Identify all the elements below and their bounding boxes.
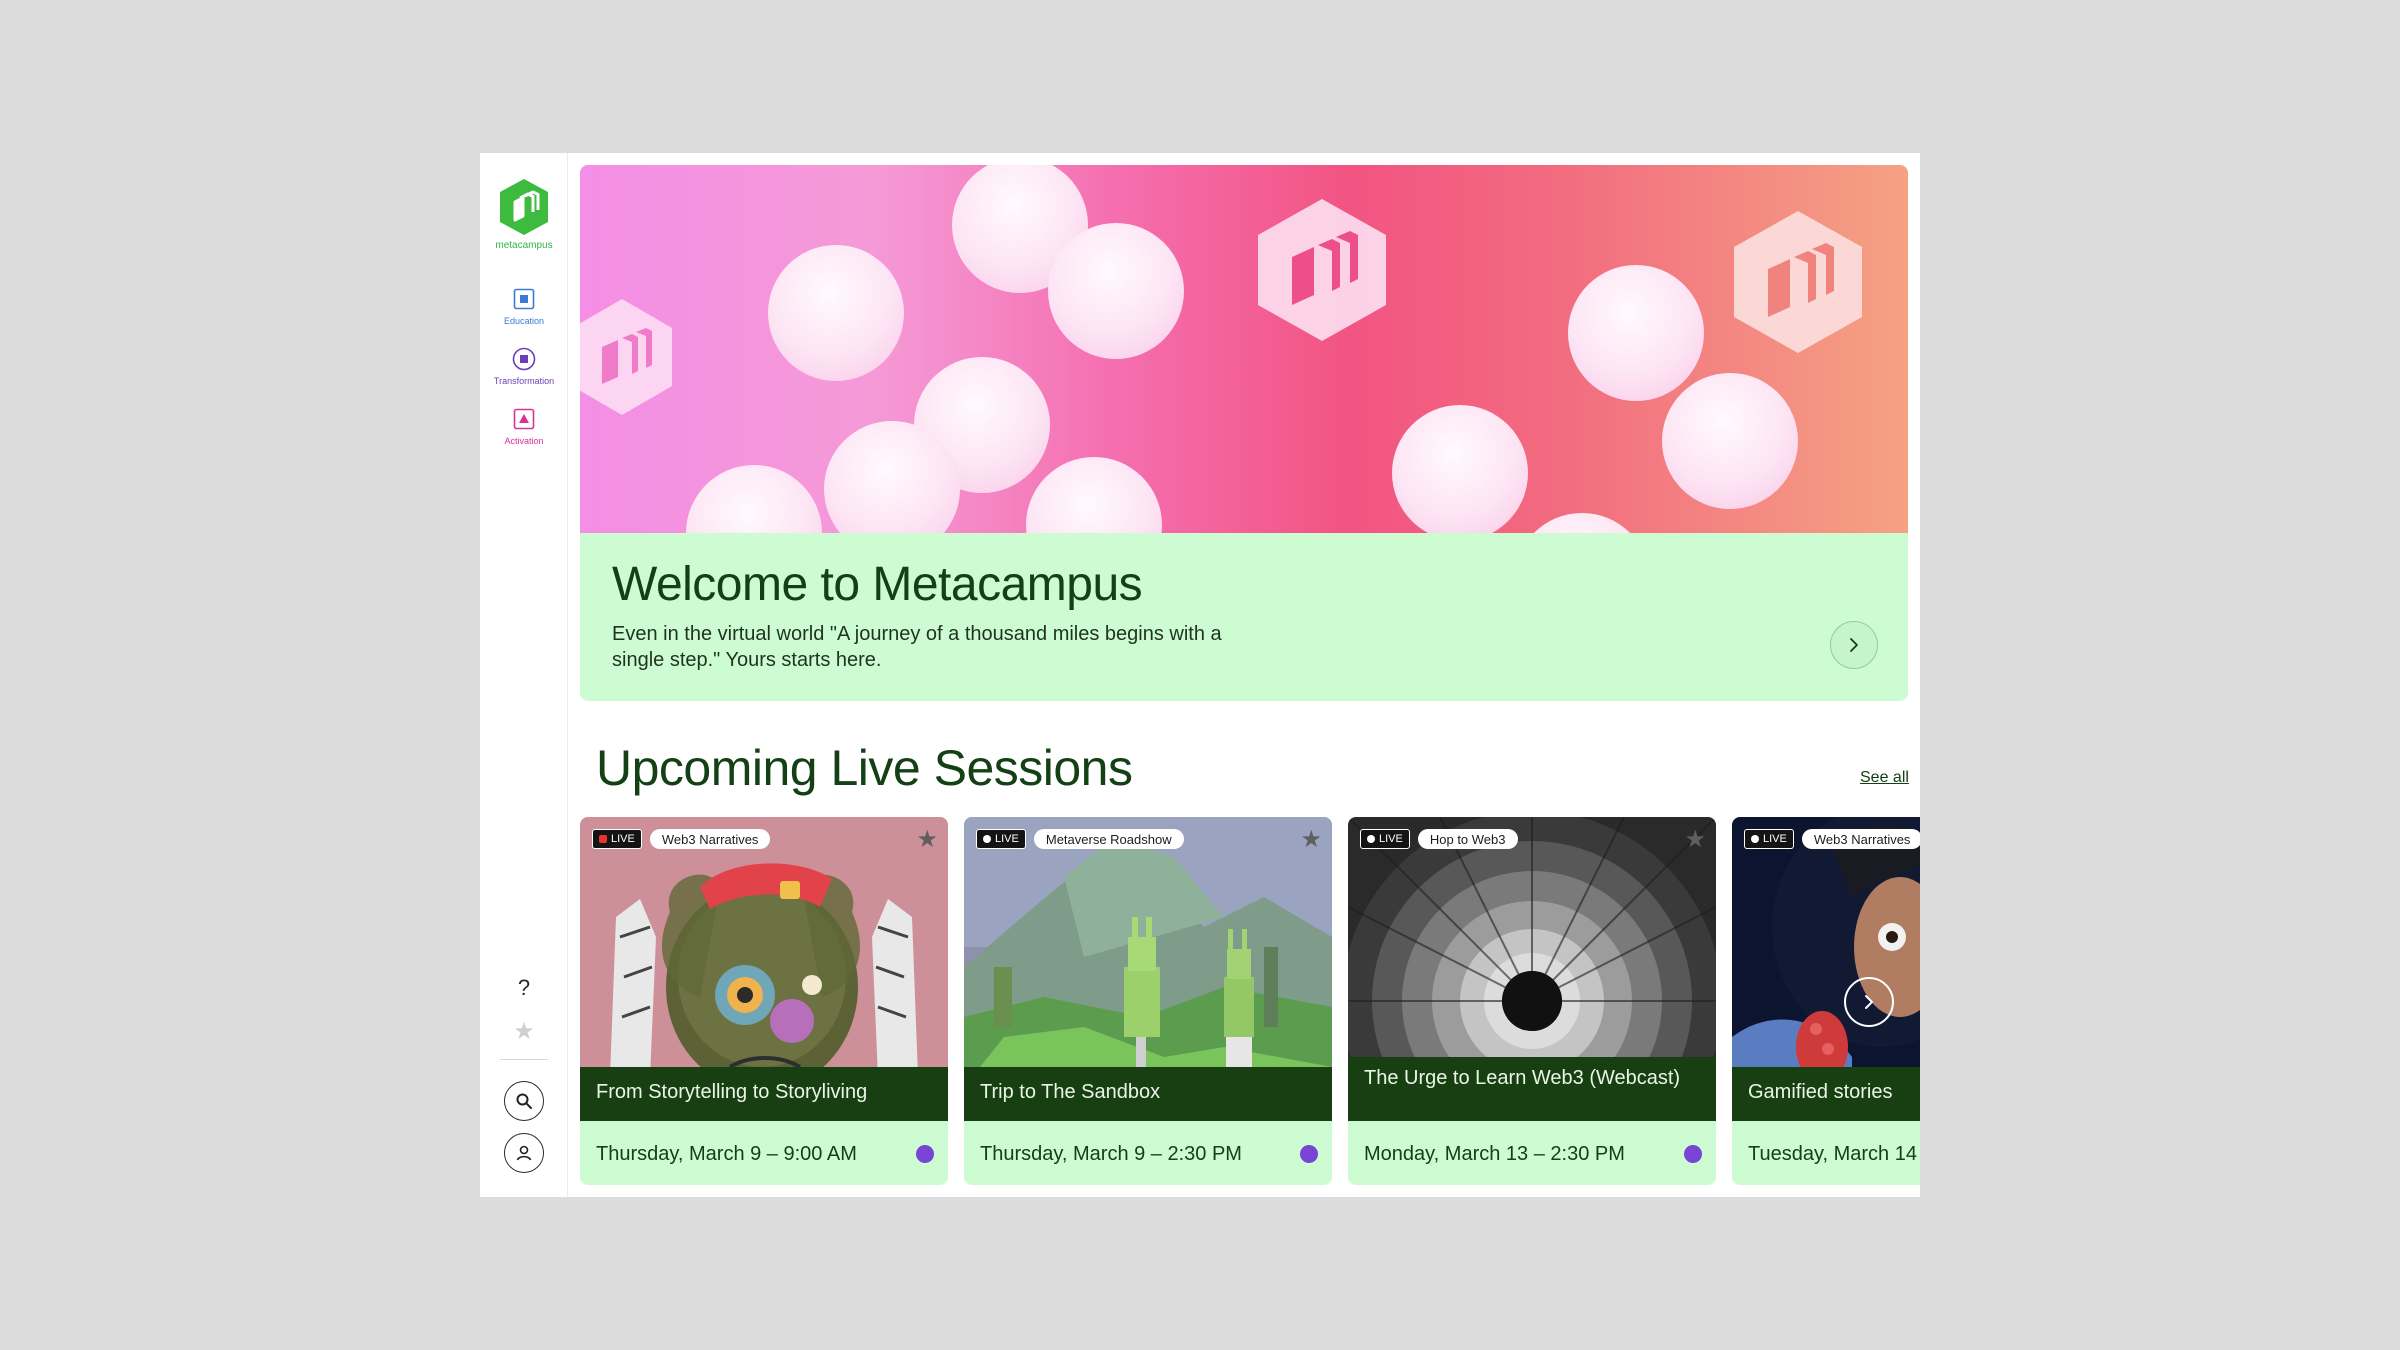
- session-thumbnail: LIVE Web3 Narratives: [1732, 817, 1920, 1087]
- hexagon-logo-icon: [580, 299, 672, 415]
- session-title: From Storytelling to Storyliving: [580, 1067, 948, 1121]
- sidebar-divider: [500, 1059, 548, 1060]
- user-icon: [516, 1145, 532, 1161]
- session-title: Trip to The Sandbox: [964, 1067, 1332, 1121]
- live-badge: LIVE: [592, 829, 642, 849]
- hero-banner-image: [580, 165, 1908, 533]
- sidebar-item-education[interactable]: Education: [480, 287, 568, 326]
- search-button[interactable]: [504, 1081, 544, 1121]
- session-thumbnail: LIVE Metaverse Roadshow ★: [964, 817, 1332, 1087]
- activation-icon: [512, 407, 536, 431]
- session-card[interactable]: LIVE Web3 Narratives Gamified stories Tu…: [1732, 817, 1920, 1185]
- live-badge: LIVE: [1360, 829, 1410, 849]
- session-date: Monday, March 13 – 2:30 PM: [1348, 1121, 1716, 1185]
- favorites-star-icon[interactable]: ★: [480, 1017, 568, 1046]
- status-dot-icon: [1300, 1145, 1318, 1163]
- see-all-link[interactable]: See all: [1860, 769, 1909, 787]
- session-thumbnail: LIVE Hop to Web3 ★: [1348, 817, 1716, 1087]
- live-badge: LIVE: [1744, 829, 1794, 849]
- app-window: metacampus Education Transformation Acti…: [480, 153, 1920, 1197]
- hexagon-logo-icon: [1734, 211, 1862, 353]
- favorite-star-icon[interactable]: ★: [916, 825, 938, 854]
- session-date: Thursday, March 9 – 9:00 AM: [580, 1121, 948, 1185]
- chevron-right-icon: [1850, 638, 1858, 652]
- favorite-star-icon[interactable]: ★: [1300, 825, 1322, 854]
- sidebar-item-label: Transformation: [493, 376, 555, 386]
- profile-button[interactable]: [504, 1133, 544, 1173]
- sidebar-item-label: Activation: [504, 436, 544, 446]
- favorite-star-icon[interactable]: ★: [1684, 825, 1706, 854]
- hexagon-logo-icon: [1258, 199, 1386, 341]
- sidebar-item-transformation[interactable]: Transformation: [480, 347, 568, 386]
- session-title: Gamified stories: [1732, 1067, 1920, 1121]
- education-icon: [512, 287, 536, 311]
- session-date: Tuesday, March 14 –: [1732, 1121, 1920, 1185]
- status-dot-icon: [1684, 1145, 1702, 1163]
- status-dot-icon: [916, 1145, 934, 1163]
- hero-card[interactable]: Welcome to Metacampus Even in the virtua…: [580, 165, 1908, 701]
- sidebar-item-activation[interactable]: Activation: [480, 407, 568, 446]
- chevron-right-icon: [1865, 995, 1873, 1009]
- live-badge: LIVE: [976, 829, 1026, 849]
- hero-panel: Welcome to Metacampus Even in the virtua…: [580, 533, 1908, 701]
- metacampus-logo-icon[interactable]: [496, 177, 552, 237]
- transformation-icon: [512, 347, 536, 371]
- search-icon: [516, 1093, 532, 1109]
- help-icon[interactable]: ?: [480, 975, 568, 1001]
- session-card[interactable]: LIVE Metaverse Roadshow ★ Trip to The Sa…: [964, 817, 1332, 1185]
- session-tag: Web3 Narratives: [1801, 829, 1920, 849]
- session-tag: Hop to Web3: [1417, 829, 1518, 849]
- brand-name: metacampus: [495, 240, 553, 251]
- session-tag: Web3 Narratives: [649, 829, 771, 849]
- session-card[interactable]: LIVE Hop to Web3 ★ The Urge to Learn Web…: [1348, 817, 1716, 1185]
- session-card[interactable]: LIVE Web3 Narratives ★ From Storytelling…: [580, 817, 948, 1185]
- hero-title: Welcome to Metacampus: [612, 558, 1143, 611]
- sidebar-item-label: Education: [503, 316, 545, 326]
- hero-subtitle: Even in the virtual world "A journey of …: [612, 623, 1222, 671]
- session-title: The Urge to Learn Web3 (Webcast): [1348, 1057, 1716, 1121]
- session-thumbnail: LIVE Web3 Narratives ★: [580, 817, 948, 1087]
- hero-next-button[interactable]: [1830, 621, 1878, 669]
- sidebar: metacampus Education Transformation Acti…: [480, 153, 568, 1197]
- carousel-next-button[interactable]: [1844, 977, 1894, 1027]
- section-title: Upcoming Live Sessions: [596, 740, 1133, 796]
- session-date: Thursday, March 9 – 2:30 PM: [964, 1121, 1332, 1185]
- session-tag: Metaverse Roadshow: [1033, 829, 1184, 849]
